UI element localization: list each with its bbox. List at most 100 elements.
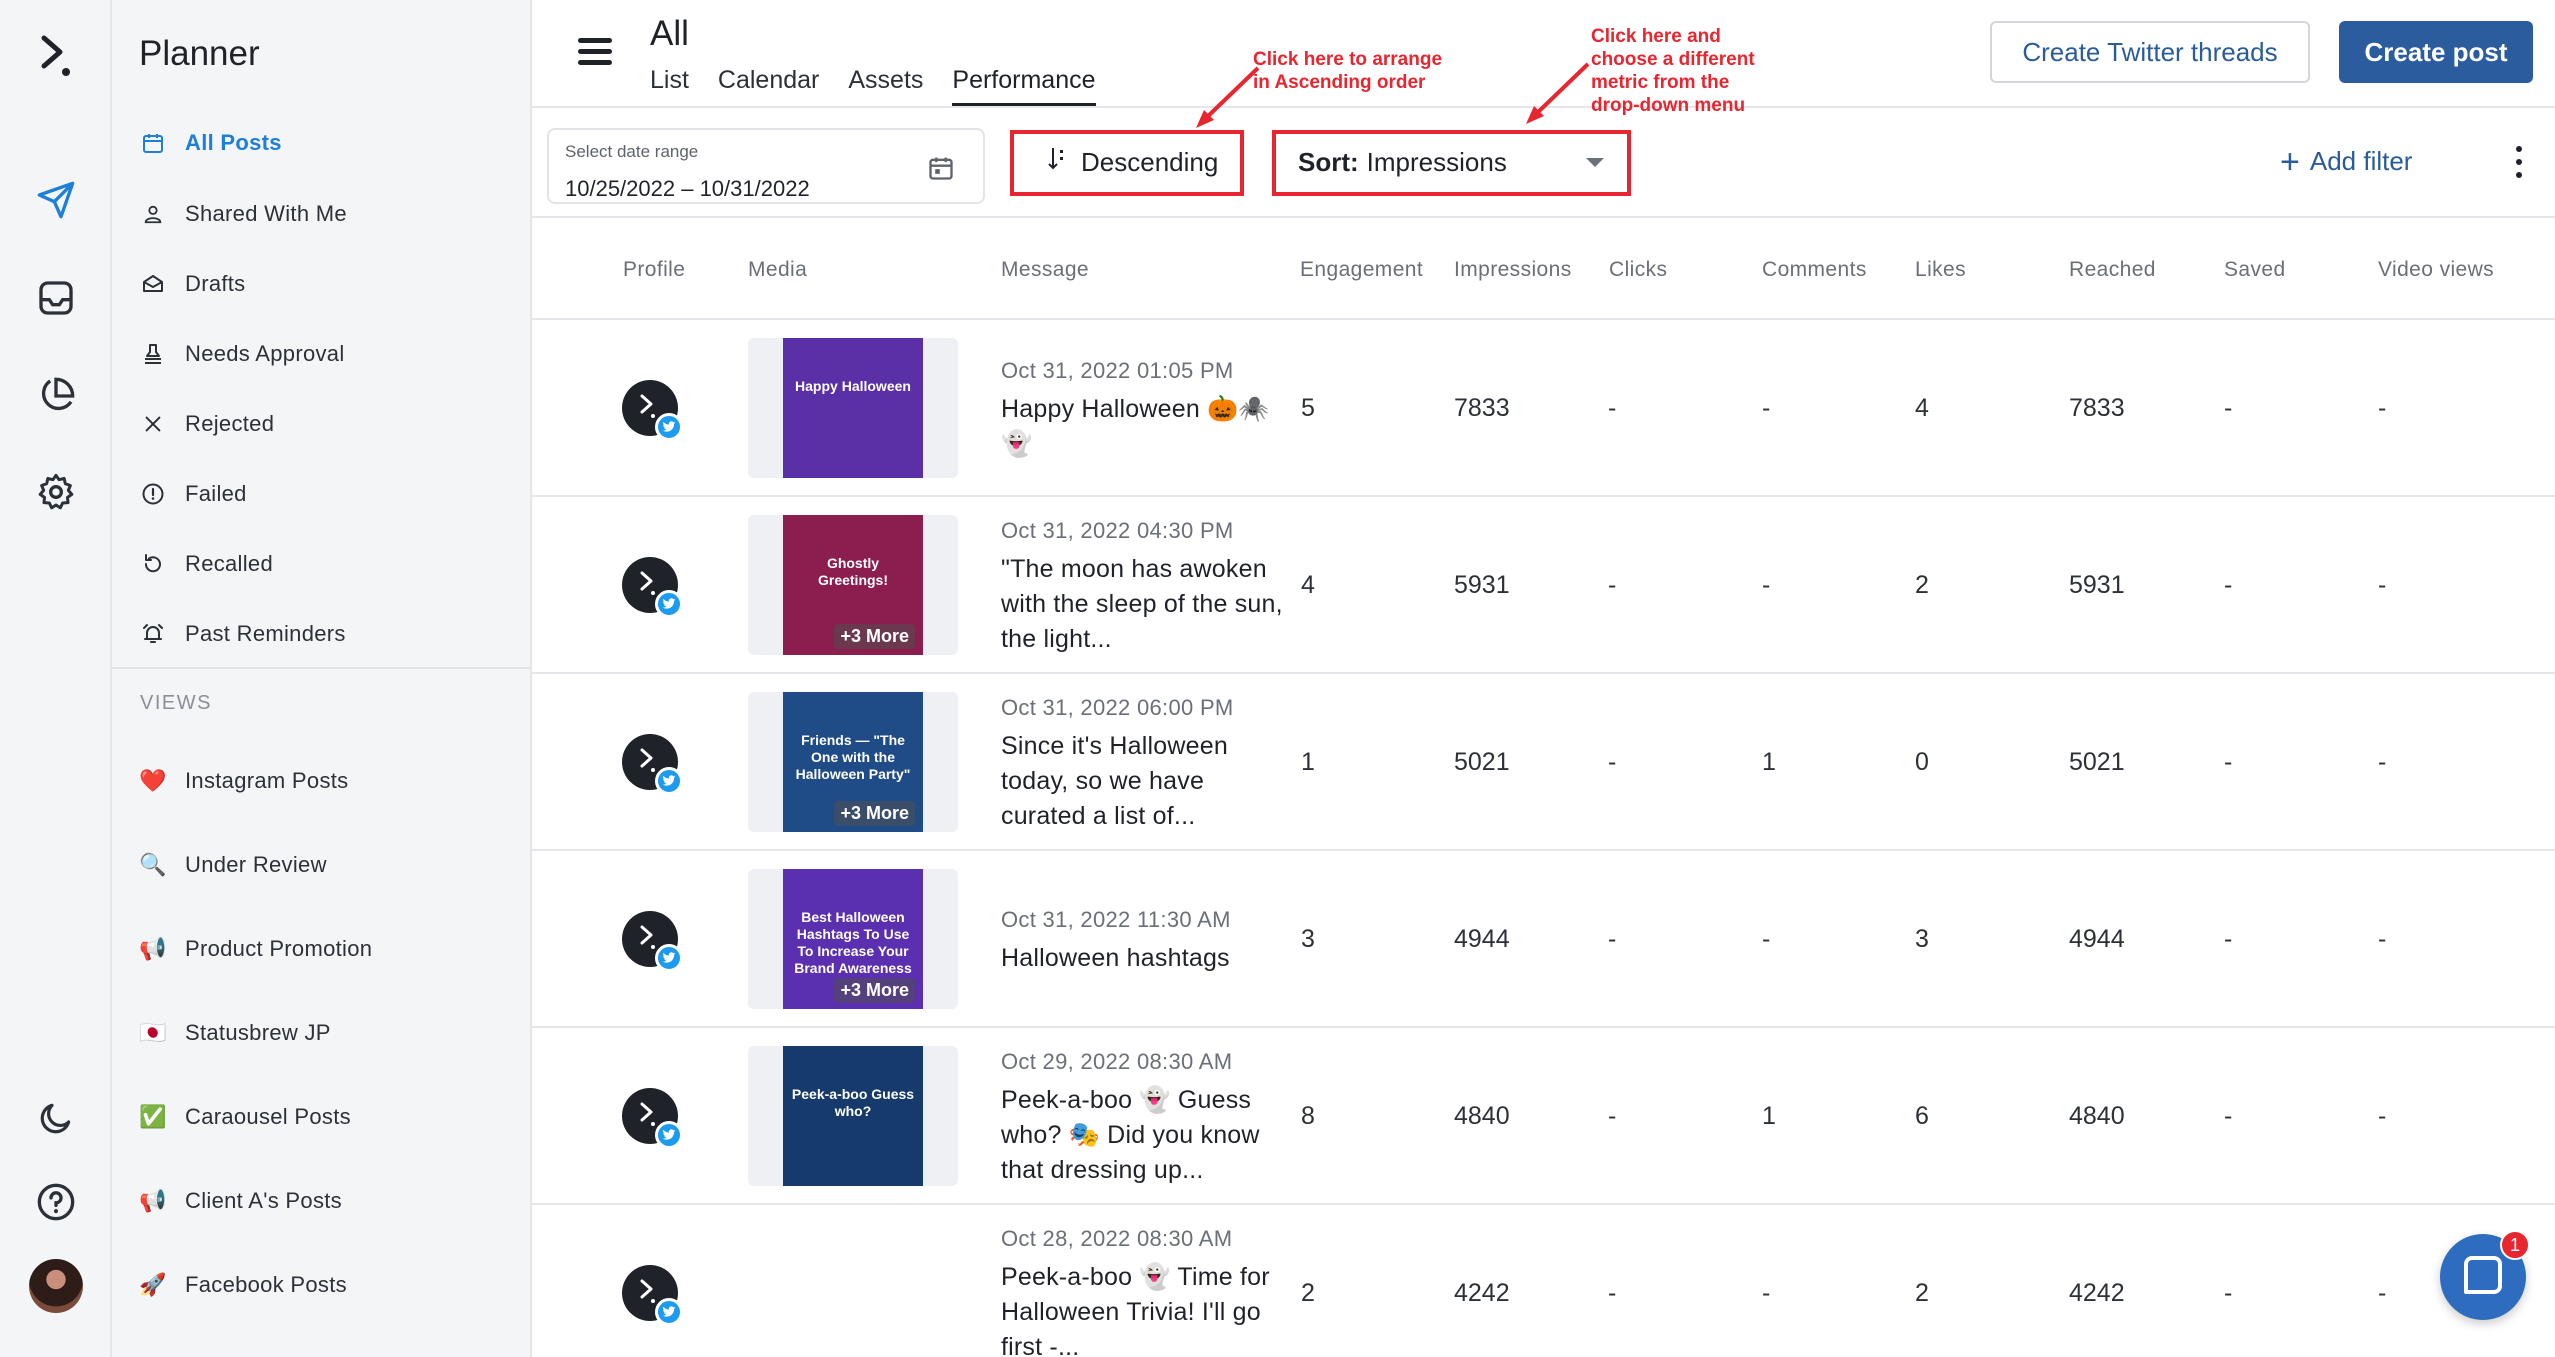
twitter-icon [655,767,683,795]
sidebar-item-recalled[interactable]: Recalled [139,542,273,586]
sidebar-item-label: Needs Approval [185,341,345,366]
table-row[interactable]: Friends — "The One with the Halloween Pa… [532,674,2555,851]
cell-comments: 1 [1762,1102,1776,1130]
sidebar-item-drafts[interactable]: Drafts [139,262,245,306]
cell-saved: - [2224,748,2233,776]
chat-icon [2464,1256,2502,1294]
cell-video-views: - [2378,571,2387,599]
post-message[interactable]: Oct 28, 2022 08:30 AM Peek-a-boo 👻 Time … [1001,1226,1291,1357]
cell-likes: 3 [1915,925,1929,953]
view-emoji: 📢 [139,936,167,961]
statusbrew-logo-icon[interactable] [22,22,90,90]
cell-impressions: 5931 [1454,571,1510,599]
view-item-statusbrew-jp[interactable]: 🇯🇵 Statusbrew JP [139,1011,331,1055]
send-icon[interactable] [22,166,90,234]
profile-avatar[interactable] [622,557,683,618]
column-header-message[interactable]: Message [1001,258,1089,282]
filter-toolbar: Select date range 10/25/2022 – 10/31/202… [532,108,2555,218]
post-text: Halloween hashtags [1001,943,1230,972]
media-thumbnail[interactable]: Peek-a-boo Guess who? [748,1046,958,1186]
view-item-client-a-posts[interactable]: 📢 Client A's Posts [139,1179,342,1223]
column-header-clicks[interactable]: Clicks [1609,258,1667,282]
column-header-saved[interactable]: Saved [2224,258,2286,282]
sidebar-item-past-reminders[interactable]: Past Reminders [139,612,346,656]
view-item-facebook-posts[interactable]: 🚀 Facebook Posts [139,1263,347,1307]
profile-avatar[interactable] [622,380,683,441]
tab-performance[interactable]: Performance [952,66,1096,106]
media-thumbnail[interactable]: Ghostly Greetings! +3 More [748,515,958,655]
column-header-engagement[interactable]: Engagement [1300,258,1423,282]
create-twitter-threads-button[interactable]: Create Twitter threads [1990,21,2310,83]
tab-calendar[interactable]: Calendar [718,66,819,106]
help-icon[interactable] [22,1168,90,1236]
more-options-icon[interactable] [2512,146,2526,186]
cell-video-views: - [2378,1279,2387,1307]
column-header-media[interactable]: Media [748,258,807,282]
post-message[interactable]: Oct 31, 2022 11:30 AM Halloween hashtags [1001,907,1291,976]
sidebar-item-label: All Posts [185,130,282,155]
cell-impressions: 4944 [1454,925,1510,953]
column-header-reached[interactable]: Reached [2069,258,2156,282]
annotation-ascending: Click here to arrange in Ascending order [1253,49,1443,93]
tab-list[interactable]: List [650,66,689,106]
media-thumbnail[interactable]: Friends — "The One with the Halloween Pa… [748,692,958,832]
view-item-instagram-posts[interactable]: ❤️ Instagram Posts [139,759,348,803]
media-thumbnail[interactable]: Happy Halloween [748,338,958,478]
view-item-under-review[interactable]: 🔍 Under Review [139,843,327,887]
twitter-icon [655,1121,683,1149]
gear-icon[interactable] [22,458,90,526]
sidebar-item-shared-with-me[interactable]: Shared With Me [139,192,347,236]
view-item-caraousel-posts[interactable]: ✅ Caraousel Posts [139,1095,351,1139]
sidebar-item-rejected[interactable]: Rejected [139,402,274,446]
view-item-product-promotion[interactable]: 📢 Product Promotion [139,927,372,971]
twitter-icon [655,590,683,618]
table-row[interactable]: Happy Halloween Oct 31, 2022 01:05 PM Ha… [532,320,2555,497]
pie-chart-icon[interactable] [22,362,90,430]
calendar-icon[interactable] [927,154,955,187]
add-filter-button[interactable]: + Add filter [2280,145,2412,179]
date-range-picker[interactable]: Select date range 10/25/2022 – 10/31/202… [547,128,985,204]
cell-saved: - [2224,925,2233,953]
highlight-sort-metric [1272,130,1631,196]
profile-avatar[interactable] [622,734,683,795]
menu-icon[interactable] [578,38,612,72]
cell-video-views: - [2378,748,2387,776]
media-thumbnail[interactable]: Best Halloween Hashtags To Use To Increa… [748,869,958,1009]
table-row[interactable]: Ghostly Greetings! +3 More Oct 31, 2022 … [532,497,2555,674]
post-date: Oct 31, 2022 04:30 PM [1001,517,1234,543]
cell-clicks: - [1608,925,1617,953]
chat-launcher-button[interactable]: 1 [2440,1230,2530,1320]
table-row[interactable]: Oct 28, 2022 08:30 AM Peek-a-boo 👻 Time … [532,1205,2555,1357]
profile-avatar[interactable] [622,1088,683,1149]
column-header-video-views[interactable]: Video views [2378,258,2494,282]
cell-reached: 4840 [2069,1102,2125,1130]
cell-engagement: 1 [1301,748,1315,776]
table-header: Profile Media Message Engagement Impress… [532,218,2555,320]
table-row[interactable]: Peek-a-boo Guess who? Oct 29, 2022 08:30… [532,1028,2555,1205]
sidebar-item-label: Recalled [185,551,274,576]
post-message[interactable]: Oct 29, 2022 08:30 AM Peek-a-boo 👻 Guess… [1001,1049,1291,1188]
post-image-title: Peek-a-boo Guess who? [791,1086,915,1119]
tab-assets[interactable]: Assets [848,66,923,106]
column-header-impressions[interactable]: Impressions [1454,258,1572,282]
cell-likes: 2 [1915,1279,1929,1307]
avatar[interactable] [22,1252,90,1320]
create-post-button[interactable]: Create post [2339,21,2533,83]
inbox-icon[interactable] [22,264,90,332]
cell-likes: 2 [1915,571,1929,599]
profile-avatar[interactable] [622,911,683,972]
sidebar-item-failed[interactable]: Failed [139,472,247,516]
post-text: Happy Halloween 🎃🕷️ 👻 [1001,395,1270,458]
moon-icon[interactable] [22,1084,90,1152]
table-row[interactable]: Best Halloween Hashtags To Use To Increa… [532,851,2555,1028]
post-message[interactable]: Oct 31, 2022 01:05 PM Happy Halloween 🎃🕷… [1001,358,1291,462]
column-header-profile[interactable]: Profile [623,258,685,282]
post-message[interactable]: Oct 31, 2022 06:00 PM Since it's Hallowe… [1001,695,1291,834]
column-header-likes[interactable]: Likes [1915,258,1966,282]
column-header-comments[interactable]: Comments [1762,258,1867,282]
sidebar-item-needs-approval[interactable]: Needs Approval [139,332,345,376]
sidebar-item-all-posts[interactable]: All Posts [139,121,282,165]
view-emoji: 🚀 [139,1272,167,1297]
post-message[interactable]: Oct 31, 2022 04:30 PM "The moon has awok… [1001,518,1291,657]
profile-avatar[interactable] [622,1265,683,1326]
